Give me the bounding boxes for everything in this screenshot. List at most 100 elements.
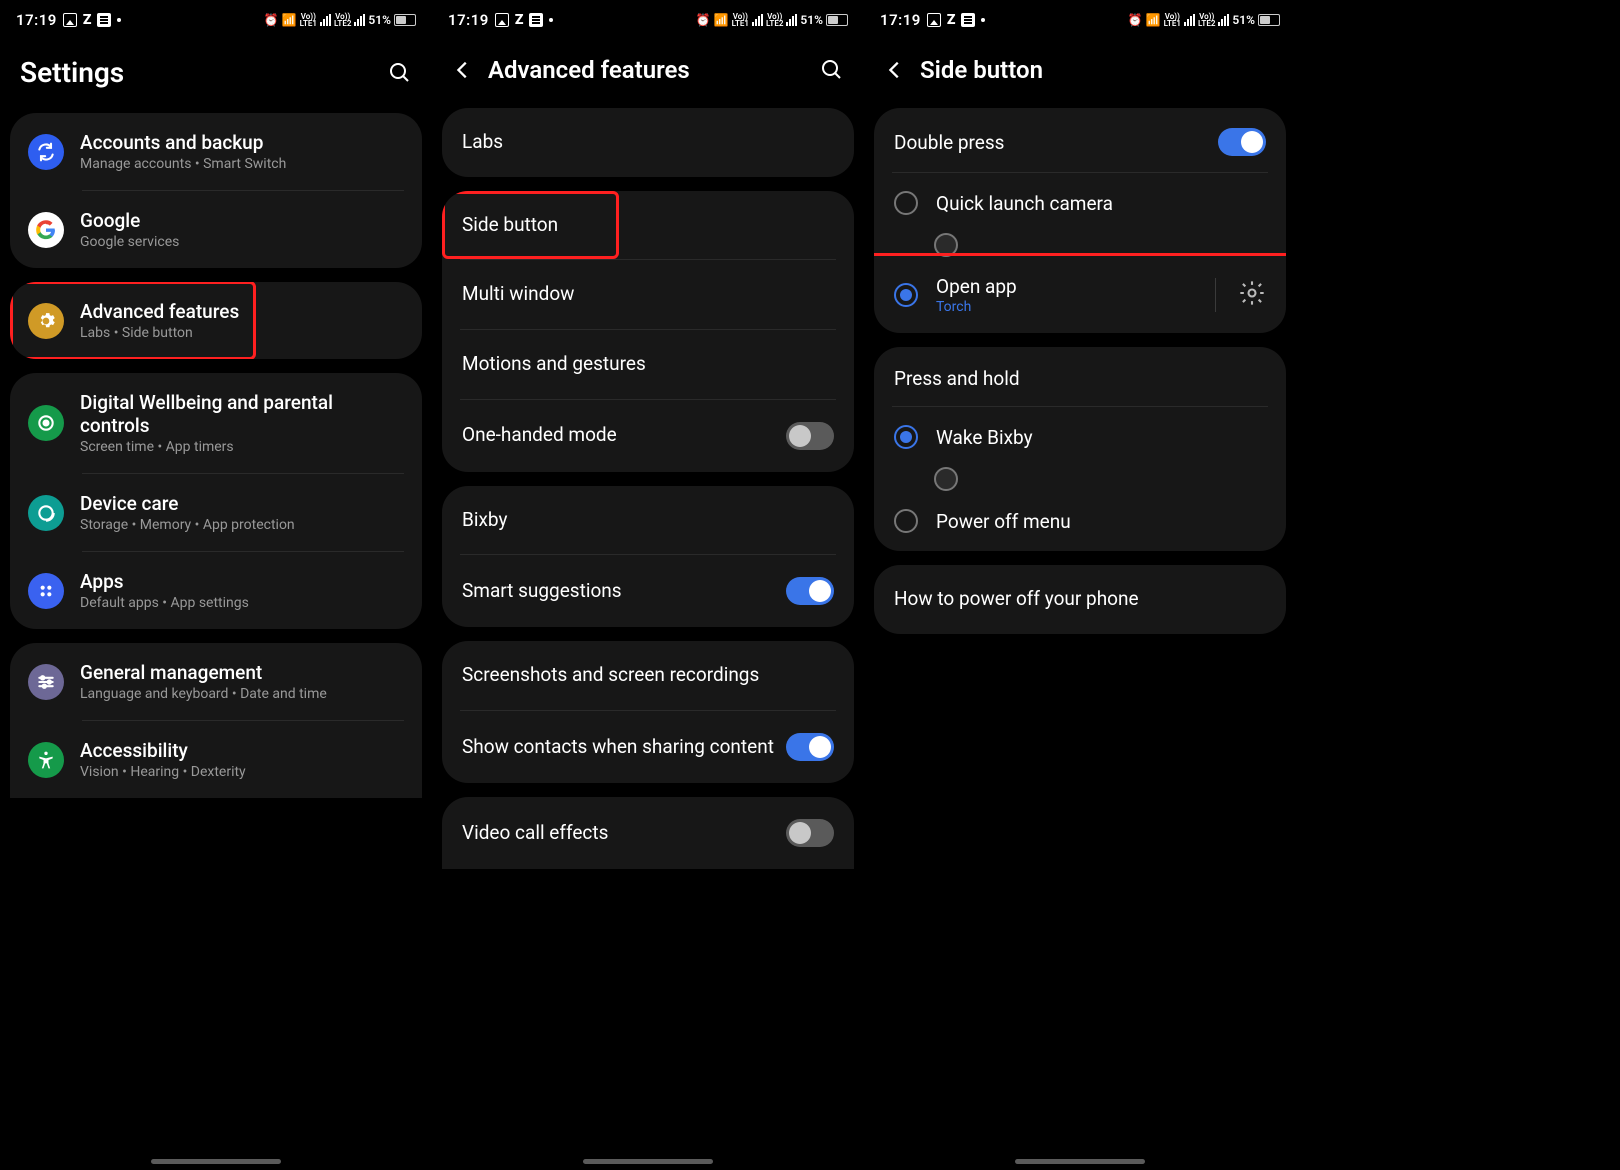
radio-option[interactable]: Power off menu bbox=[874, 491, 1286, 551]
footer-label: How to power off your phone bbox=[894, 587, 1266, 612]
af-item[interactable]: Labs bbox=[442, 108, 854, 177]
more-notif-icon bbox=[981, 18, 985, 22]
screen-settings: 17:19 Z ⏰ 📶 Vo))LTE1 Vo))LTE2 51% Settin… bbox=[0, 0, 432, 1170]
radio-option[interactable]: Wake Bixby bbox=[874, 407, 1286, 467]
af-item[interactable]: Screenshots and screen recordings bbox=[442, 641, 854, 710]
af-item[interactable]: Motions and gestures bbox=[442, 330, 854, 399]
af-item[interactable]: Bixby bbox=[442, 486, 854, 555]
settings-group: General managementLanguage and keyboard … bbox=[10, 643, 422, 798]
af-item[interactable]: One-handed mode bbox=[442, 400, 854, 472]
item-toggle[interactable] bbox=[786, 577, 834, 605]
advanced-icon bbox=[28, 303, 64, 339]
settings-item-devicecare[interactable]: Device careStorage • Memory • App protec… bbox=[10, 474, 422, 551]
item-toggle[interactable] bbox=[786, 422, 834, 450]
screen-advanced-features: 17:19 Z ⏰ 📶 Vo))LTE1 Vo))LTE2 51% Advanc… bbox=[432, 0, 864, 1170]
page-title: Settings bbox=[20, 56, 374, 89]
settings-item-apps[interactable]: Apps Default apps • App settings bbox=[10, 552, 422, 629]
item-subtitle: Google services bbox=[80, 234, 404, 250]
search-icon[interactable] bbox=[388, 61, 412, 85]
item-subtitle: Default apps • App settings bbox=[80, 595, 404, 611]
gallery-icon bbox=[495, 13, 509, 27]
item-subtitle: Storage • Memory • App protection bbox=[80, 517, 404, 533]
home-indicator[interactable] bbox=[583, 1159, 713, 1164]
screen-side-button: 17:19 Z ⏰ 📶 Vo))LTE1 Vo))LTE2 51% Side b… bbox=[864, 0, 1296, 1170]
gear-icon[interactable] bbox=[1238, 279, 1266, 311]
af-item[interactable]: Video call effects bbox=[442, 797, 854, 869]
radio-button[interactable] bbox=[894, 283, 918, 307]
item-toggle[interactable] bbox=[786, 819, 834, 847]
item-title: General management bbox=[80, 661, 404, 684]
item-title: Accessibility bbox=[80, 739, 404, 762]
divider-vertical bbox=[1215, 278, 1216, 312]
doc-icon bbox=[529, 13, 543, 27]
lte2-icon: Vo))LTE2 bbox=[334, 13, 351, 27]
search-icon[interactable] bbox=[820, 58, 844, 82]
home-indicator[interactable] bbox=[151, 1159, 281, 1164]
settings-item-accessibility[interactable]: Accessibility Vision • Hearing • Dexterit… bbox=[10, 721, 422, 798]
home-indicator[interactable] bbox=[1015, 1159, 1145, 1164]
item-title: Google bbox=[80, 209, 404, 232]
option-label: Open app bbox=[936, 275, 1193, 298]
general-icon bbox=[28, 664, 64, 700]
page-title: Advanced features bbox=[488, 56, 806, 84]
af-item[interactable]: Multi window bbox=[442, 260, 854, 329]
item-label: Smart suggestions bbox=[462, 579, 774, 604]
doc-icon bbox=[961, 13, 975, 27]
af-item[interactable]: Side button bbox=[442, 191, 854, 260]
radio-button[interactable] bbox=[894, 509, 918, 533]
settings-item-advanced[interactable]: Advanced featuresLabs • Side button bbox=[10, 282, 422, 359]
status-time: 17:19 bbox=[16, 11, 57, 29]
radio-button[interactable] bbox=[894, 425, 918, 449]
settings-item-wellbeing[interactable]: Digital Wellbeing and parental controlsS… bbox=[10, 373, 422, 473]
back-icon[interactable] bbox=[452, 59, 474, 81]
signal1-icon bbox=[752, 14, 763, 26]
settings-item-google[interactable]: Google Google services bbox=[10, 191, 422, 268]
item-title: Apps bbox=[80, 570, 404, 593]
more-notif-icon bbox=[549, 18, 553, 22]
radio-button[interactable] bbox=[894, 191, 918, 215]
status-bar: 17:19 Z ⏰ 📶 Vo))LTE1 Vo))LTE2 51% bbox=[0, 0, 432, 36]
settings-item-general[interactable]: General managementLanguage and keyboard … bbox=[10, 643, 422, 720]
radio-option[interactable]: Open appTorch bbox=[874, 257, 1286, 333]
item-label: One-handed mode bbox=[462, 423, 774, 448]
battery-label: 51% bbox=[1232, 13, 1255, 27]
settings-item-sync[interactable]: Accounts and backupManage accounts • Sma… bbox=[10, 113, 422, 190]
af-item[interactable]: Smart suggestions bbox=[442, 555, 854, 627]
sync-icon bbox=[28, 134, 64, 170]
back-icon[interactable] bbox=[884, 59, 906, 81]
wifi-icon: 📶 bbox=[1146, 14, 1161, 26]
item-label: Show contacts when sharing content bbox=[462, 735, 774, 760]
gallery-icon bbox=[63, 13, 77, 27]
item-title: Accounts and backup bbox=[80, 131, 404, 154]
double-press-toggle[interactable] bbox=[1218, 128, 1266, 156]
af-group: Screenshots and screen recordings Show co… bbox=[442, 641, 854, 783]
page-title: Side button bbox=[920, 56, 1276, 84]
item-subtitle: Labs • Side button bbox=[80, 325, 404, 341]
how-to-power-off-row[interactable]: How to power off your phone bbox=[874, 565, 1286, 634]
section-title-label: Double press bbox=[894, 131, 1206, 154]
header-advanced: Advanced features bbox=[432, 36, 864, 108]
lte2-icon: Vo))LTE2 bbox=[1198, 13, 1215, 27]
af-group: Video call effects bbox=[442, 797, 854, 869]
lte1-icon: Vo))LTE1 bbox=[300, 13, 317, 27]
item-subtitle: Vision • Hearing • Dexterity bbox=[80, 764, 404, 780]
section-title-label: Press and hold bbox=[894, 367, 1266, 390]
item-label: Multi window bbox=[462, 282, 834, 307]
z-app-icon: Z bbox=[947, 12, 956, 28]
wifi-icon: 📶 bbox=[282, 14, 297, 26]
item-label: Bixby bbox=[462, 508, 834, 533]
settings-group: Accounts and backupManage accounts • Sma… bbox=[10, 113, 422, 268]
battery-icon bbox=[826, 14, 848, 26]
radio-option[interactable]: Quick launch camera bbox=[874, 173, 1286, 233]
item-label: Video call effects bbox=[462, 821, 774, 846]
alarm-icon: ⏰ bbox=[696, 14, 711, 26]
status-bar: 17:19 Z ⏰ 📶 Vo))LTE1 Vo))LTE2 51% bbox=[432, 0, 864, 36]
signal2-icon bbox=[786, 14, 797, 26]
apps-icon bbox=[28, 573, 64, 609]
section-press-hold: Press and hold Wake Bixby Power off menu bbox=[874, 347, 1286, 551]
status-time: 17:19 bbox=[880, 11, 921, 29]
signal2-icon bbox=[1218, 14, 1229, 26]
af-item[interactable]: Show contacts when sharing content bbox=[442, 711, 854, 783]
item-toggle[interactable] bbox=[786, 733, 834, 761]
af-group: Bixby Smart suggestions bbox=[442, 486, 854, 628]
